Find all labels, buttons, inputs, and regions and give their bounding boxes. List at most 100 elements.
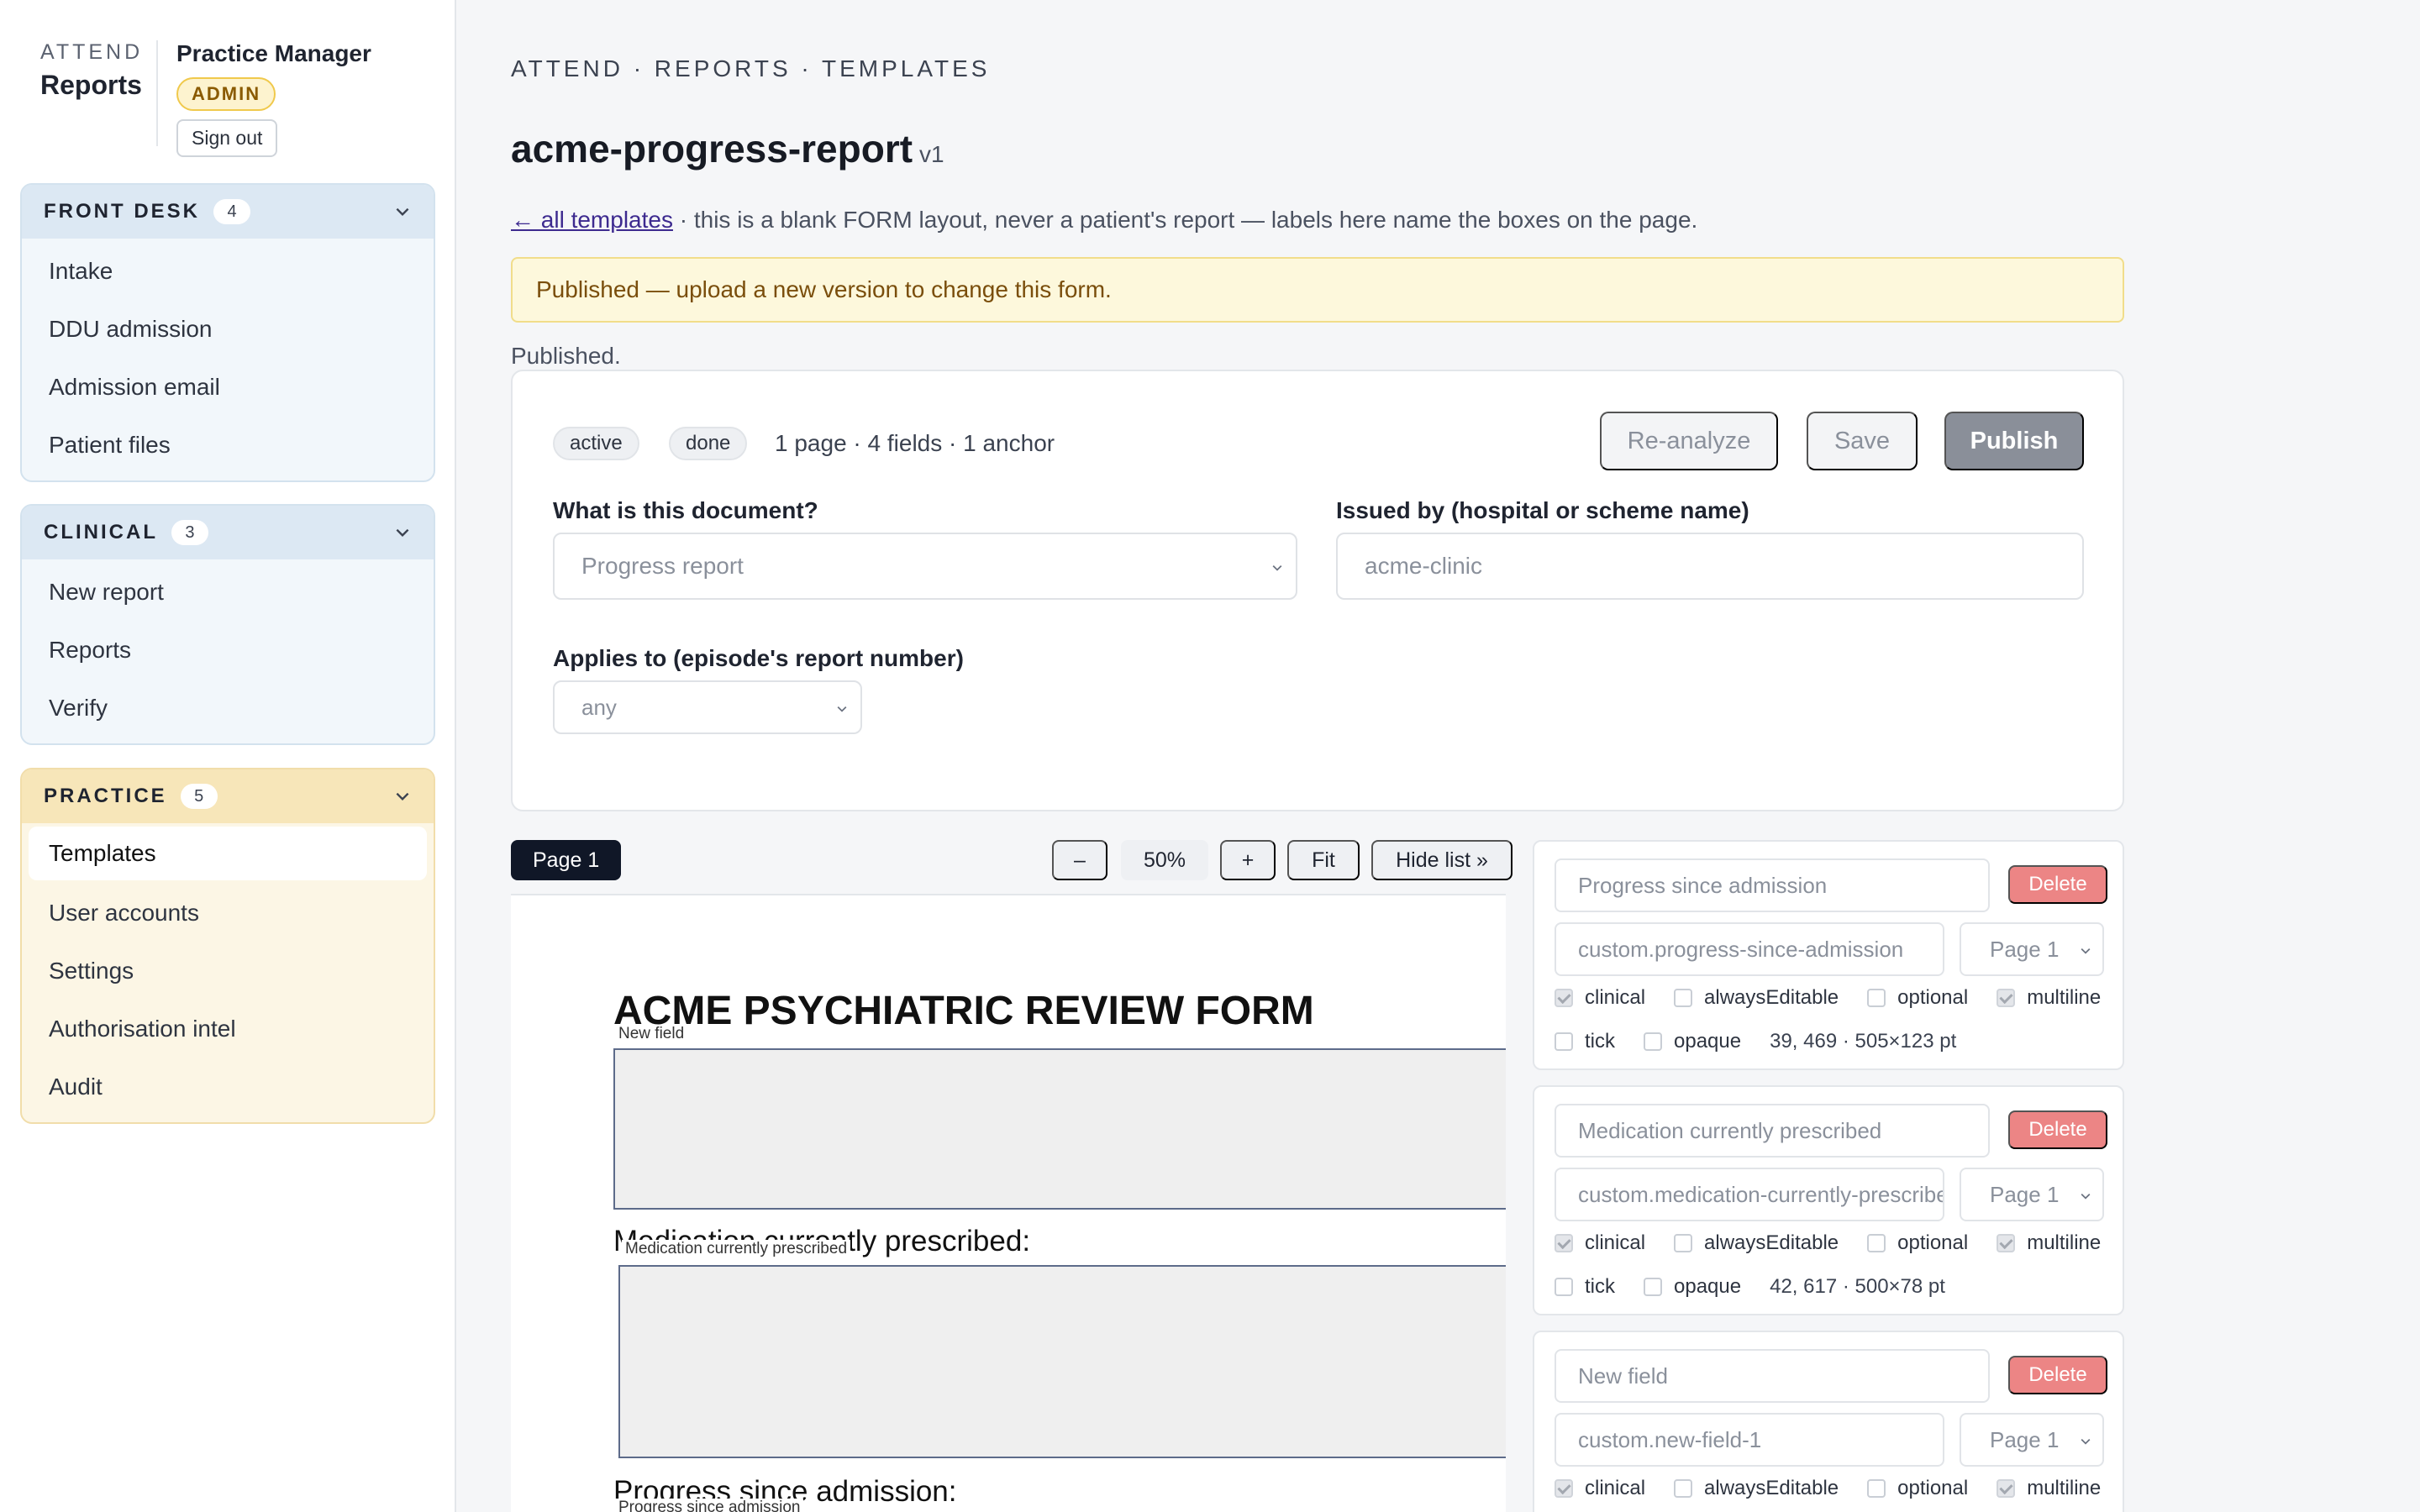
- checkbox-unchecked-icon: [1644, 1032, 1662, 1051]
- always-editable-checkbox[interactable]: alwaysEditable: [1674, 1477, 1839, 1500]
- brand-name: Reports: [40, 70, 142, 100]
- field-page-select[interactable]: Page 1: [1960, 922, 2104, 976]
- chevron-down-icon: [837, 706, 847, 712]
- all-templates-link[interactable]: ← all templates: [511, 207, 673, 233]
- sign-out-button[interactable]: Sign out: [176, 119, 278, 157]
- field-flags-row: clinical alwaysEditable optional multili…: [1555, 1477, 2129, 1500]
- clinical-checkbox[interactable]: clinical: [1555, 1477, 1645, 1500]
- sidebar-item-authorisation-intel[interactable]: Authorisation intel: [22, 1000, 434, 1058]
- checkbox-label: alwaysEditable: [1704, 1231, 1839, 1254]
- sidebar-item-ddu-admission[interactable]: DDU admission: [22, 300, 434, 358]
- field-box-label: Medication currently prescribed: [622, 1240, 851, 1258]
- field-card: New field Delete custom.new-field-1 Page…: [1533, 1331, 2124, 1512]
- delete-field-button[interactable]: Delete: [2008, 1110, 2107, 1149]
- field-key-input[interactable]: custom.medication-currently-prescribed: [1555, 1168, 1944, 1221]
- field-label-input[interactable]: Progress since admission: [1555, 858, 1990, 912]
- nav-group-header-front-desk[interactable]: FRONT DESK 4: [22, 185, 434, 239]
- field-card: Medication currently prescribed Delete c…: [1533, 1085, 2124, 1315]
- multiline-checkbox[interactable]: multiline: [1996, 1477, 2101, 1500]
- applies-to-select[interactable]: any: [553, 680, 862, 734]
- sidebar-item-settings[interactable]: Settings: [22, 942, 434, 1000]
- checkbox-label: multiline: [2027, 1231, 2102, 1254]
- fit-button[interactable]: Fit: [1287, 840, 1360, 880]
- optional-checkbox[interactable]: optional: [1867, 986, 1968, 1010]
- checkbox-unchecked-icon: [1674, 1479, 1693, 1498]
- field-page-select[interactable]: Page 1: [1960, 1168, 2104, 1221]
- document-type-label: What is this document?: [553, 497, 818, 523]
- delete-field-button[interactable]: Delete: [2008, 865, 2107, 904]
- field-box-label: New field: [615, 1025, 688, 1043]
- document-type-select[interactable]: Progress report: [553, 533, 1297, 600]
- brand-small-text: ATTEND: [40, 40, 144, 64]
- sidebar-item-patient-files[interactable]: Patient files: [22, 416, 434, 474]
- field-key-input[interactable]: custom.progress-since-admission: [1555, 922, 1944, 976]
- zoom-out-button[interactable]: –: [1052, 840, 1107, 880]
- multiline-checkbox[interactable]: multiline: [1996, 1231, 2101, 1255]
- tick-checkbox[interactable]: tick: [1555, 1275, 1615, 1299]
- field-geometry: 42, 617 · 500×78 pt: [1770, 1275, 1945, 1298]
- nav-group-title: PRACTICE: [44, 785, 167, 807]
- checkbox-label: optional: [1897, 1477, 1969, 1499]
- sidebar-item-admission-email[interactable]: Admission email: [22, 358, 434, 416]
- template-settings-card: active done 1 page · 4 fields · 1 anchor…: [511, 370, 2124, 811]
- issuer-value: acme-clinic: [1365, 553, 1483, 579]
- sidebar-item-templates[interactable]: Templates: [29, 827, 427, 880]
- brand-logo[interactable]: ATTEND Reports: [40, 40, 143, 101]
- sidebar-item-intake[interactable]: Intake: [22, 242, 434, 300]
- checkbox-unchecked-icon: [1674, 989, 1693, 1007]
- nav-group-header-practice[interactable]: PRACTICE 5: [22, 769, 434, 823]
- checkbox-checked-icon: [1996, 1234, 2016, 1252]
- field-box-label: Progress since admission: [615, 1499, 804, 1512]
- checkbox-unchecked-icon: [1867, 1234, 1886, 1252]
- always-editable-checkbox[interactable]: alwaysEditable: [1674, 1231, 1839, 1255]
- field-page-select[interactable]: Page 1: [1960, 1413, 2104, 1467]
- field-box-new-field[interactable]: [613, 1048, 1506, 1210]
- template-name: acme-progress-report: [511, 127, 913, 171]
- template-meta: 1 page · 4 fields · 1 anchor: [775, 430, 1055, 456]
- field-flags-row: clinical alwaysEditable optional multili…: [1555, 1231, 2129, 1255]
- sidebar: ATTEND Reports Practice Manager ADMIN Si…: [0, 0, 456, 1512]
- field-page-value: Page 1: [1990, 1181, 2060, 1207]
- sidebar-item-reports[interactable]: Reports: [22, 621, 434, 679]
- field-key-input[interactable]: custom.new-field-1: [1555, 1413, 1944, 1467]
- publish-button[interactable]: Publish: [1944, 412, 2084, 470]
- zoom-in-button[interactable]: +: [1220, 840, 1276, 880]
- chevron-down-icon: [396, 792, 409, 801]
- tick-checkbox[interactable]: tick: [1555, 1030, 1615, 1053]
- field-label-input[interactable]: Medication currently prescribed: [1555, 1104, 1990, 1158]
- page-tab-1[interactable]: Page 1: [511, 840, 622, 880]
- field-box-medication[interactable]: [618, 1265, 1506, 1458]
- always-editable-checkbox[interactable]: alwaysEditable: [1674, 986, 1839, 1010]
- clinical-checkbox[interactable]: clinical: [1555, 986, 1645, 1010]
- field-label-input[interactable]: New field: [1555, 1349, 1990, 1403]
- checkbox-label: tick: [1585, 1275, 1615, 1298]
- clinical-checkbox[interactable]: clinical: [1555, 1231, 1645, 1255]
- checkbox-unchecked-icon: [1674, 1234, 1693, 1252]
- breadcrumb: ATTEND · REPORTS · TEMPLATES: [511, 55, 991, 81]
- hide-list-button[interactable]: Hide list »: [1371, 840, 1512, 880]
- re-analyze-button[interactable]: Re-analyze: [1600, 412, 1778, 470]
- opaque-checkbox[interactable]: opaque: [1644, 1275, 1741, 1299]
- nav-group-count: 4: [213, 199, 250, 224]
- form-title: ACME PSYCHIATRIC REVIEW FORM: [613, 989, 1314, 1033]
- checkbox-label: clinical: [1585, 1477, 1646, 1499]
- sidebar-item-verify[interactable]: Verify: [22, 679, 434, 737]
- optional-checkbox[interactable]: optional: [1867, 1477, 1968, 1500]
- field-card: Progress since admission Delete custom.p…: [1533, 840, 2124, 1070]
- sidebar-item-user-accounts[interactable]: User accounts: [22, 884, 434, 942]
- checkbox-unchecked-icon: [1867, 1479, 1886, 1498]
- multiline-checkbox[interactable]: multiline: [1996, 986, 2101, 1010]
- save-button[interactable]: Save: [1807, 412, 1918, 470]
- nav-group-header-clinical[interactable]: CLINICAL 3: [22, 506, 434, 559]
- issuer-input[interactable]: acme-clinic: [1336, 533, 2084, 600]
- optional-checkbox[interactable]: optional: [1867, 1231, 1968, 1255]
- sidebar-item-new-report[interactable]: New report: [22, 563, 434, 621]
- chevron-down-icon: [2081, 1193, 2091, 1200]
- checkbox-unchecked-icon: [1555, 1278, 1573, 1296]
- delete-field-button[interactable]: Delete: [2008, 1356, 2107, 1394]
- opaque-checkbox[interactable]: opaque: [1644, 1030, 1741, 1053]
- applies-to-value: any: [581, 694, 617, 720]
- sidebar-item-audit[interactable]: Audit: [22, 1058, 434, 1116]
- nav-group-clinical: CLINICAL 3 New report Reports Verify: [20, 504, 435, 745]
- subtitle-text: · this is a blank FORM layout, never a p…: [672, 207, 1698, 233]
